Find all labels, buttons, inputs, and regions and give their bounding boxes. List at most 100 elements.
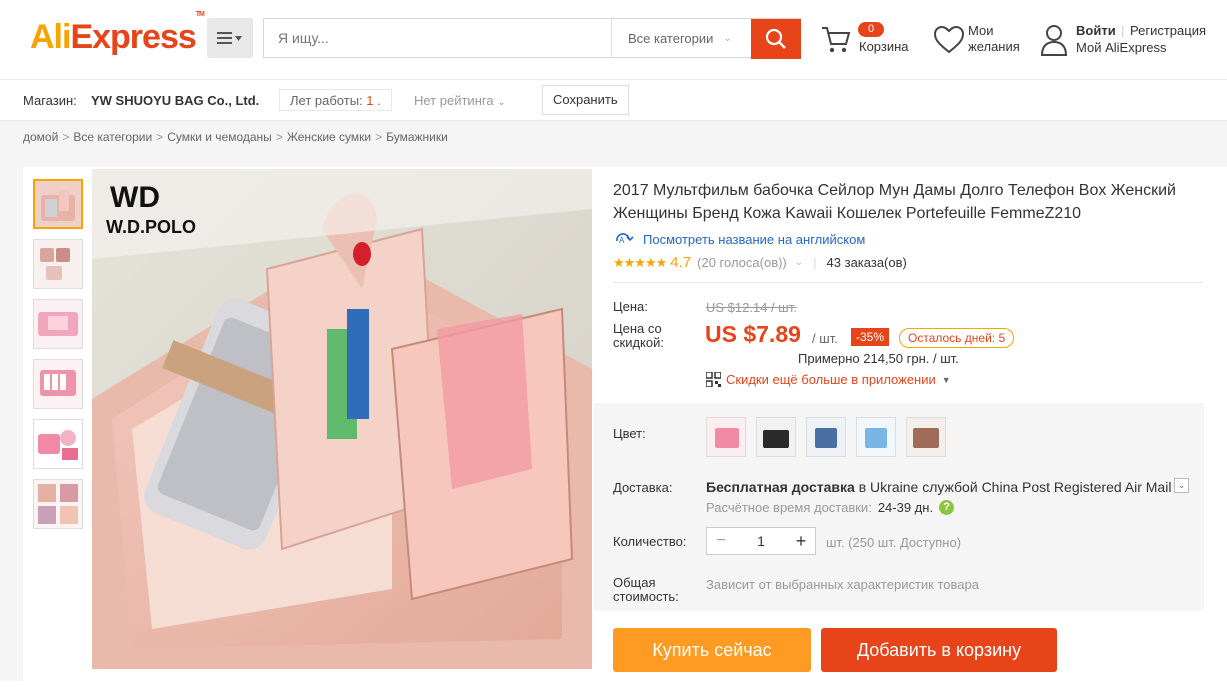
color-label: Цвет: [613,426,646,441]
free-shipping-text: Бесплатная доставка [706,479,855,495]
caret-down-icon: ▼ [941,374,951,385]
store-bar: Магазин: YW SHUOYU BAG Co., Ltd. Лет раб… [0,80,1227,121]
color-swatch-brown[interactable] [906,417,946,457]
thumbnail-4[interactable] [33,359,83,409]
search-input[interactable] [264,19,611,57]
votes-link[interactable]: (20 голоса(ов)) [697,255,787,270]
thumbnail-2[interactable] [33,239,83,289]
days-left-badge: Осталось дней: 5 [899,328,1015,348]
wallet-image: WD W.D.POLO [92,169,592,669]
thumbnail-6[interactable] [33,479,83,529]
search-bar: Все категории ⌄ [263,18,801,59]
color-swatch-black[interactable] [756,417,796,457]
store-years-value: 1 [366,93,374,108]
color-swatch-sky-blue[interactable] [856,417,896,457]
minus-button[interactable]: − [707,532,735,550]
cart-link[interactable]: 0 Корзина [820,22,920,58]
thumbnail-list [33,179,83,539]
shipping-service: China Post Registered Air Mail [981,479,1172,495]
help-icon[interactable]: ? [939,500,955,515]
app-promo-link[interactable]: Скидки ещё больше в приложении ▼ [706,372,951,387]
color-swatch-blue[interactable] [806,417,846,457]
discount-price-label: Цена со скидкой: [613,321,664,350]
shipping-service-prefix: службой [922,479,978,495]
shipping-selector[interactable]: Бесплатная доставка в Ukraine службой Ch… [706,479,1171,495]
translate-link[interactable]: A Посмотреть название на английском [613,231,865,247]
store-name-link[interactable]: YW SHUOYU BAG Co., Ltd. [91,93,259,108]
app-promo-label: Скидки ещё больше в приложении [726,372,936,387]
category-select-label: Все категории [628,30,714,46]
store-rating-label: Нет рейтинга [414,93,494,108]
store-years-badge: Лет работы: 1 . [279,89,392,111]
rating-score: 4.7 [670,254,692,271]
search-icon [765,28,786,49]
divider: | [813,255,817,270]
wishlist-label: Мои желания [968,23,1020,54]
store-rating[interactable]: Нет рейтинга ⌄ [414,93,506,108]
my-aliexpress-link[interactable]: Мой AliExpress [1076,40,1167,55]
breadcrumb-separator: > [275,130,283,144]
product-panel: WD W.D.POLO 2017 Мультфильм бабочка Сейл… [23,167,1227,687]
breadcrumb: домой > Все категории > Сумки и чемоданы > Жен… [23,130,448,144]
delivery-time-label: Расчётное время доставки: [706,500,872,515]
quantity-input[interactable]: 1 [735,533,787,549]
logo-ali: Ali [30,18,71,56]
available-stock: шт. (250 шт. Доступно) [826,535,962,550]
translate-icon: A [616,233,634,245]
translate-link-label: Посмотреть название на английском [643,232,866,247]
breadcrumb-separator: > [156,130,164,144]
login-link[interactable]: Войти [1076,23,1116,38]
store-label: Магазин: [23,93,77,108]
breadcrumb-bags[interactable]: Сумки и чемоданы [167,130,272,144]
orders-count: 43 заказа(ов) [826,255,907,270]
chevron-down-icon: ⌄ [723,32,732,44]
color-swatch-pink[interactable] [706,417,746,457]
thumbnail-1[interactable] [33,179,83,229]
svg-text:WD: WD [110,181,160,214]
thumbnail-3[interactable] [33,299,83,349]
product-options: Цвет: Доставка: Бесплатная доставка в Uk… [594,403,1204,611]
add-to-cart-button[interactable]: Добавить в корзину [821,628,1057,672]
qr-code-icon [706,372,721,387]
cart-count-badge: 0 [858,22,884,37]
logo-tm: TM [195,10,205,18]
search-button[interactable] [751,19,801,59]
user-icon [1040,25,1068,56]
chevron-down-icon: ⌄ [497,97,506,108]
quantity-stepper: − 1 + [706,527,816,555]
chevron-down-icon: ⌄ [794,257,804,268]
price-label: Цена: [613,299,648,314]
store-years-label: Лет работы: [290,93,363,108]
shipping-preposition: в [858,479,867,495]
product-title: 2017 Мультфильм бабочка Сейлор Мун Дамы … [613,182,1176,222]
breadcrumb-all-categories[interactable]: Все категории [73,130,152,144]
rating-row: ★★★★★ 4.7 (20 голоса(ов)) ⌄ | 43 заказа(… [613,254,907,271]
breadcrumb-home[interactable]: домой [23,130,58,144]
register-link[interactable]: Регистрация [1130,23,1206,38]
account-separator: | [1121,23,1125,38]
category-select[interactable]: Все категории ⌄ [611,19,751,57]
save-store-button[interactable]: Сохранить [542,85,629,115]
main-area: WD W.D.POLO 2017 Мультфильм бабочка Сейл… [0,153,1227,687]
menu-button[interactable] [207,18,253,58]
thumbnail-5[interactable] [33,419,83,469]
site-header: AliExpressTM Все категории ⌄ 0 Корзина Мо… [0,0,1227,80]
discount-badge: -35% [851,328,890,346]
aliexpress-logo[interactable]: AliExpressTM [30,11,205,57]
buy-now-button[interactable]: Купить сейчас [613,628,811,672]
chevron-down-icon[interactable]: ⌄ [1174,478,1189,493]
total-note: Зависит от выбранных характеристик товар… [706,577,979,592]
shipping-country: Ukraine [870,479,919,495]
quantity-label: Количество: [613,534,687,549]
breadcrumb-separator: > [62,130,70,144]
cart-icon [822,27,851,53]
breadcrumb-bar: домой > Все категории > Сумки и чемоданы > Жен… [0,121,1227,153]
svg-text:W.D.POLO: W.D.POLO [106,217,196,237]
plus-button[interactable]: + [787,531,815,552]
breadcrumb-separator: > [375,130,383,144]
breadcrumb-womens-bags[interactable]: Женские сумки [287,130,371,144]
product-main-image[interactable]: WD W.D.POLO [92,169,592,669]
current-price: US $7.89 [705,321,801,347]
breadcrumb-wallets: Бумажники [386,130,448,144]
approx-price: Примерно 214,50 грн. / шт. [798,351,959,366]
